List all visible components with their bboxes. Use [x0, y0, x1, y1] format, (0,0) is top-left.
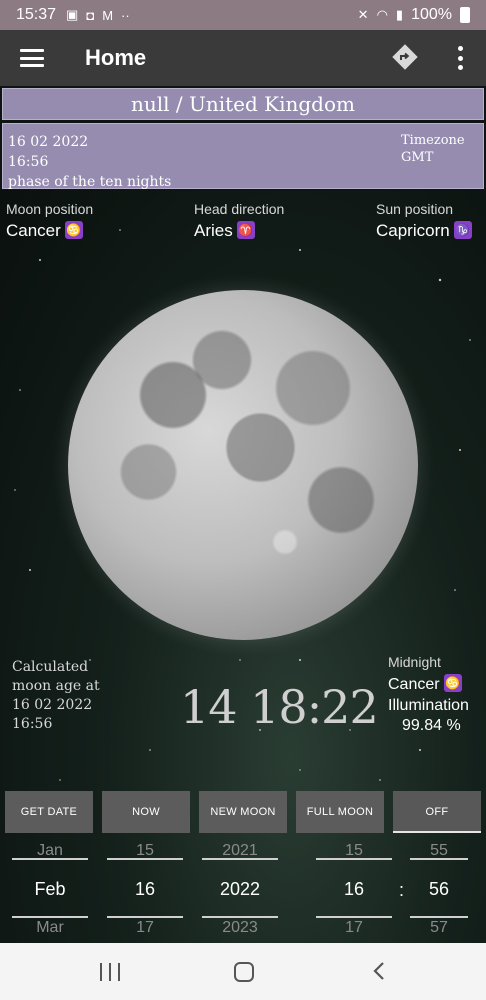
date-info-panel: 16 02 2022 16:56 phase of the ten nights…: [2, 123, 484, 190]
timezone-label: Timezone: [401, 133, 465, 148]
calc-line-3: 16 02 2022: [12, 697, 93, 713]
sun-position-sign: Capricorn: [376, 221, 450, 240]
menu-icon[interactable]: [20, 49, 44, 67]
capricorn-icon: ♑: [453, 221, 472, 239]
status-bar: 15:37 ▣ ◘ M ·· ✕ ◠ ▮ 100%: [0, 0, 486, 30]
back-icon[interactable]: [372, 961, 386, 981]
moon-position-value: Cancer ♋: [6, 221, 83, 241]
moon-position-sign: Cancer: [6, 221, 61, 240]
calculated-moon-age-label: Calculated moon age at 16 02 2022 16:56: [12, 658, 100, 734]
home-icon[interactable]: [234, 962, 254, 982]
system-icons: ✕ ◠ ▮ 100%: [358, 6, 470, 24]
midnight-label: Midnight: [388, 654, 441, 670]
moon-age-value: 14 18:22: [180, 680, 379, 734]
moon-image: [68, 290, 418, 640]
info-phase: phase of the ten nights: [8, 174, 172, 190]
head-direction-value: Aries ♈: [194, 221, 255, 241]
gmail-icon: M: [102, 7, 114, 23]
month-next[interactable]: Mar: [12, 919, 88, 937]
full-moon-button[interactable]: FULL MOON: [296, 791, 384, 833]
illumination-label: Illumination: [388, 697, 469, 714]
get-date-button[interactable]: GET DATE: [5, 791, 93, 833]
calc-line-1: Calculated: [12, 659, 89, 675]
notification-icons: ▣ ◘ M ··: [66, 7, 130, 23]
info-date: 16 02 2022: [8, 134, 89, 150]
minute-next[interactable]: 57: [410, 919, 468, 937]
overflow-menu-icon[interactable]: [452, 46, 468, 70]
wifi-icon: ◠: [376, 7, 388, 22]
hour-next[interactable]: 17: [316, 919, 392, 937]
new-moon-button[interactable]: NEW MOON: [199, 791, 287, 833]
cancer-icon: ♋: [64, 221, 83, 239]
location-header[interactable]: null / United Kingdom: [2, 88, 484, 120]
month-current[interactable]: Feb: [12, 879, 88, 900]
timezone-value: GMT: [401, 150, 434, 165]
head-direction-label: Head direction: [194, 201, 285, 217]
page-title: Home: [85, 45, 147, 70]
mute-icon: ✕: [357, 7, 369, 22]
info-time: 16:56: [8, 154, 49, 170]
more-dots-icon: ··: [121, 7, 130, 23]
sun-position-label: Sun position: [376, 201, 454, 217]
hour-current[interactable]: 16: [316, 879, 392, 900]
midnight-sign: Cancer: [388, 676, 440, 693]
battery-icon: [460, 7, 470, 23]
calc-line-2: moon age at: [12, 678, 100, 694]
day-current[interactable]: 16: [107, 879, 183, 900]
calc-line-4: 16:56: [12, 716, 53, 732]
now-button[interactable]: NOW: [102, 791, 190, 833]
off-toggle-button[interactable]: OFF: [393, 791, 481, 833]
system-nav-bar: [0, 943, 486, 1000]
image-icon: ▣: [66, 7, 79, 22]
year-current[interactable]: 2022: [202, 879, 278, 900]
day-next[interactable]: 17: [107, 919, 183, 937]
year-next[interactable]: 2023: [202, 919, 278, 937]
moon-scene: Moon position Cancer ♋ Head direction Ari…: [0, 190, 486, 943]
sun-position-value: Capricorn ♑: [376, 221, 472, 241]
minute-current[interactable]: 56: [410, 879, 468, 900]
aries-icon: ♈: [236, 221, 255, 239]
time-separator: :: [399, 880, 405, 900]
signal-icon: ▮: [395, 7, 404, 22]
battery-percent: 100%: [411, 6, 452, 23]
midnight-sign-value: Cancer ♋: [388, 674, 462, 694]
directions-icon[interactable]: [392, 44, 418, 70]
moon-position-label: Moon position: [6, 201, 94, 217]
status-time: 15:37: [16, 6, 57, 23]
cancer-icon: ♋: [443, 674, 462, 692]
shopping-bag-icon: ◘: [86, 7, 95, 23]
recents-icon[interactable]: [100, 963, 120, 981]
app-bar: Home: [0, 30, 486, 86]
head-direction-sign: Aries: [194, 221, 233, 240]
illumination-value: 99.84 %: [402, 717, 461, 734]
